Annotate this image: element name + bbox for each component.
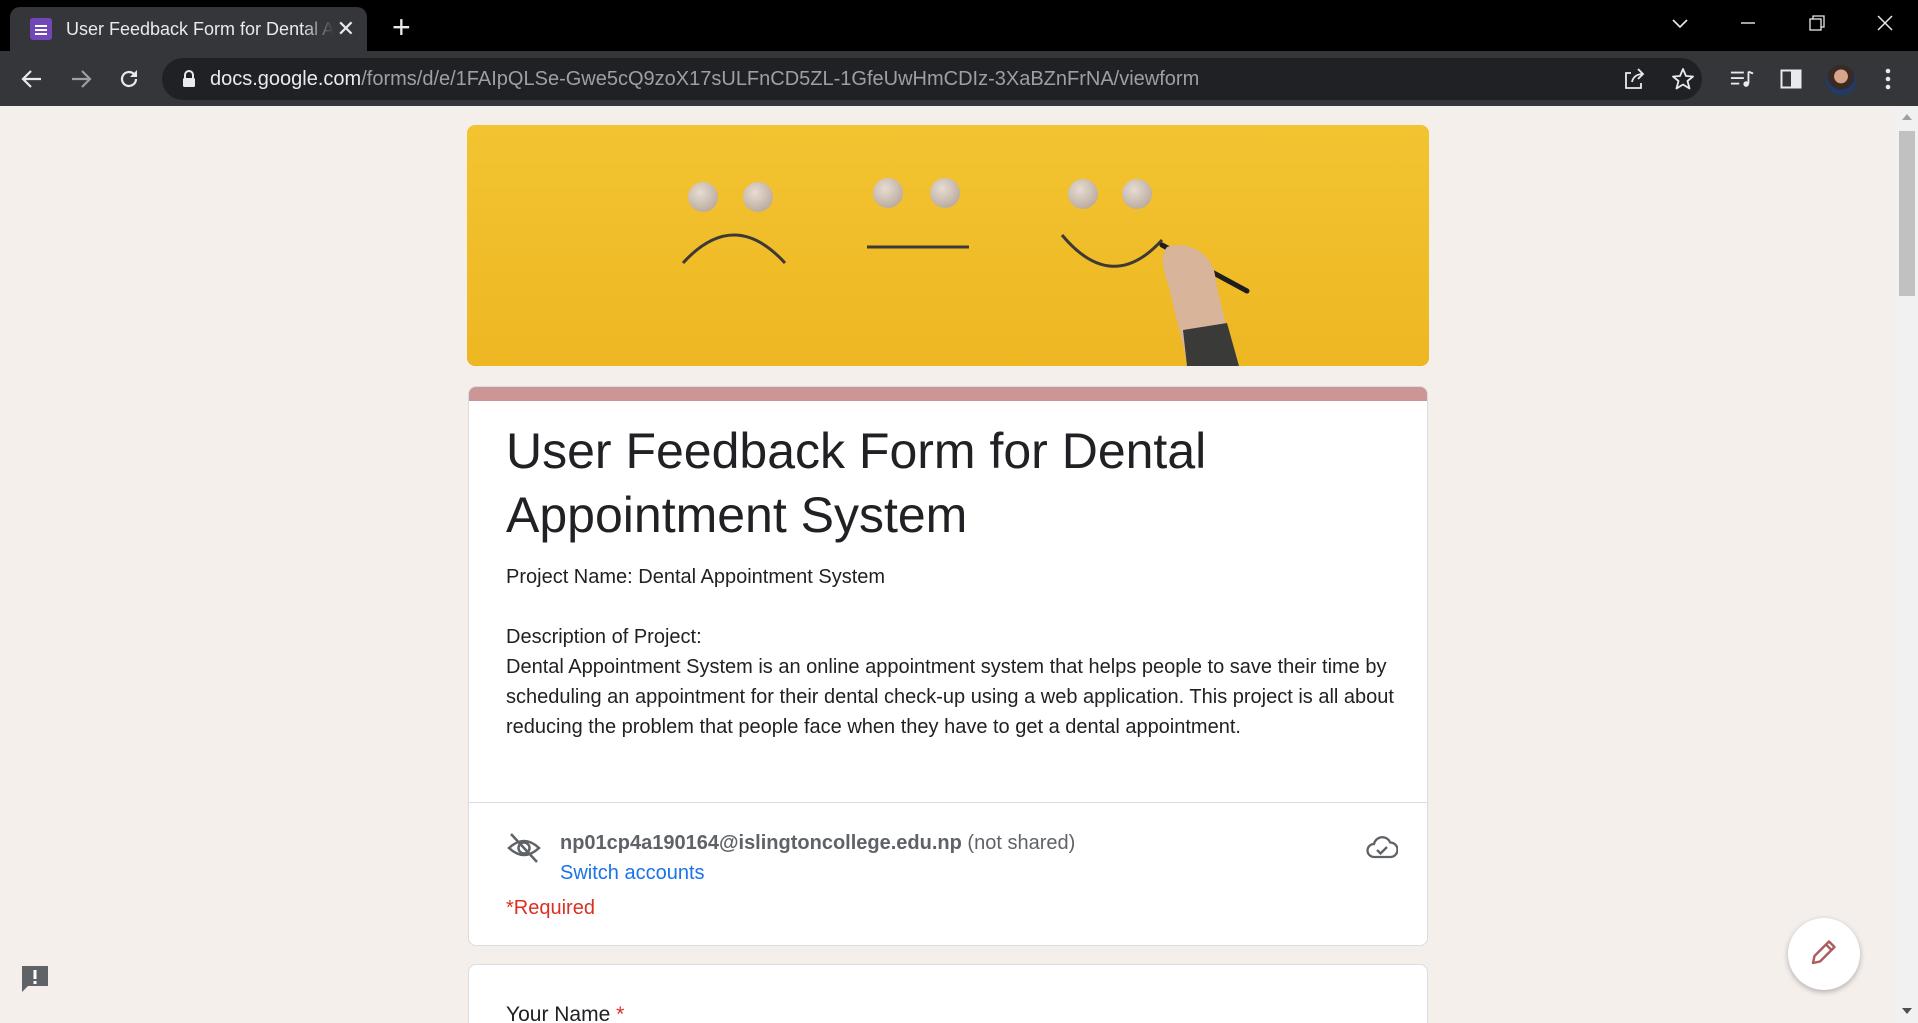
required-asterisk: * (616, 1003, 625, 1023)
form-page: User Feedback Form for Dental Appointmen… (0, 106, 1918, 1023)
form-title: User Feedback Form for Dental Appointmen… (506, 423, 1207, 543)
back-arrow-icon[interactable] (14, 61, 50, 97)
report-feedback-icon[interactable] (18, 962, 52, 996)
required-note: *Required (506, 897, 595, 919)
share-icon[interactable] (1622, 67, 1646, 91)
tab-search-chevron-icon[interactable] (1655, 6, 1705, 40)
media-controls-icon[interactable] (1730, 67, 1754, 91)
form-description: Project Name: Dental Appointment System … (506, 566, 1394, 738)
star-bookmark-icon[interactable] (1671, 67, 1695, 91)
theme-color-stripe (469, 387, 1427, 401)
switch-accounts-link[interactable]: Switch accounts (560, 862, 705, 885)
account-status: (not shared) (967, 832, 1076, 854)
lock-icon[interactable] (182, 70, 196, 88)
cloud-saved-icon[interactable] (1366, 832, 1399, 864)
scrollbar-thumb[interactable] (1899, 131, 1915, 296)
tab-strip: User Feedback Form for Dental Appointmen… (0, 0, 1918, 51)
form-header-card: User Feedback Form for Dental Appointmen… (468, 386, 1428, 946)
question-title: Your Name (506, 1003, 611, 1023)
divider (469, 802, 1427, 803)
page-scrollbar[interactable] (1896, 106, 1918, 1023)
account-email: np01cp4a190164@islingtoncollege.edu.np (560, 832, 962, 854)
url-path: /forms/d/e/1FAIpQLSe-Gwe5cQ9zoX17sULFnCD… (361, 67, 1200, 90)
kebab-menu-icon[interactable] (1876, 67, 1900, 91)
account-email-line: np01cp4a190164@islingtoncollege.edu.np (… (560, 832, 1075, 855)
side-panel-icon[interactable] (1779, 67, 1803, 91)
new-tab-button[interactable]: + (392, 11, 411, 43)
google-forms-favicon-icon (30, 18, 52, 40)
question-card: Your Name * (468, 964, 1428, 1023)
pencil-icon (1809, 937, 1839, 972)
tab-close-icon[interactable]: ✕ (337, 18, 355, 40)
eye-off-icon (506, 830, 542, 866)
forward-arrow-icon[interactable] (63, 61, 99, 97)
tab-title: User Feedback Form for Dental Appointmen… (66, 18, 334, 39)
url-text[interactable]: docs.google.com/forms/d/e/1FAIpQLSe-Gwe5… (210, 68, 1199, 91)
edit-pencil-button[interactable] (1788, 918, 1860, 990)
emoji-faces-illustration (681, 178, 1250, 366)
question-label: Your Name * (506, 1003, 624, 1023)
restore-icon[interactable] (1792, 6, 1842, 40)
url-host: docs.google.com (210, 67, 362, 90)
minimize-icon[interactable] (1723, 6, 1773, 40)
profile-avatar[interactable] (1826, 65, 1856, 95)
browser-tab[interactable]: User Feedback Form for Dental Appointmen… (10, 7, 367, 51)
address-bar[interactable]: docs.google.com/forms/d/e/1FAIpQLSe-Gwe5… (162, 58, 1702, 100)
form-header-image (467, 125, 1429, 366)
scroll-up-arrow-icon[interactable] (1902, 114, 1912, 120)
browser-toolbar: docs.google.com/forms/d/e/1FAIpQLSe-Gwe5… (0, 51, 1918, 106)
close-window-icon[interactable] (1860, 6, 1910, 40)
scroll-down-arrow-icon[interactable] (1902, 1008, 1912, 1014)
reload-icon[interactable] (111, 61, 147, 97)
